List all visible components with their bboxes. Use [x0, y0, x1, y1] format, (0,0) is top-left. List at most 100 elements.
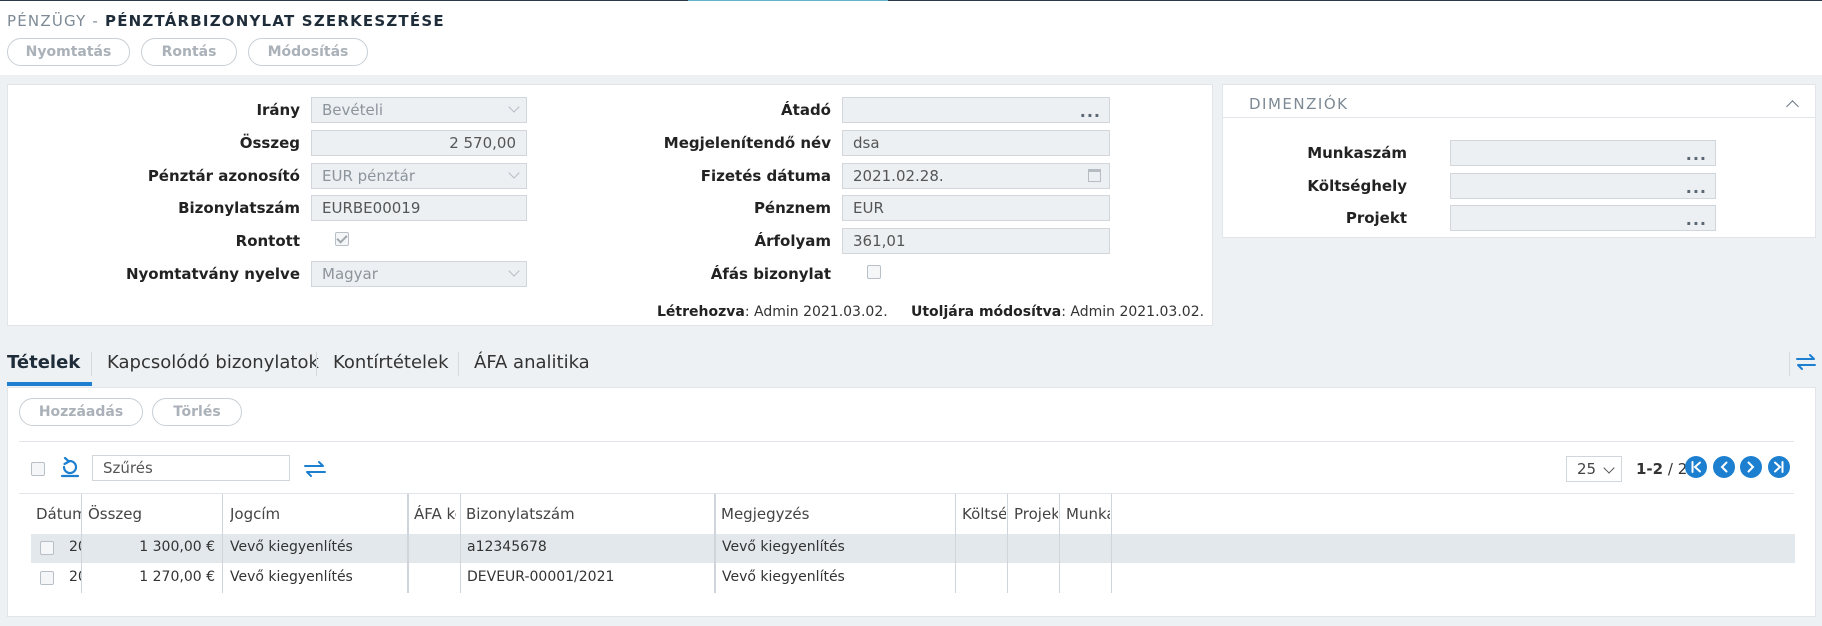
- delete-item-button[interactable]: Törlés: [152, 398, 242, 426]
- handover-field[interactable]: ...: [842, 97, 1110, 123]
- tab-separator: [458, 352, 459, 376]
- dimensions-title: DIMENZIÓK: [1249, 95, 1349, 113]
- cost-center-field[interactable]: ...: [1450, 173, 1716, 199]
- amount-field[interactable]: 2 570,00: [311, 130, 527, 156]
- tab-vat-analytics[interactable]: ÁFA analitika: [474, 352, 590, 373]
- column-header-cost-center[interactable]: Költséghely: [962, 505, 1006, 523]
- cell-title: Vevő kiegyenlítés: [230, 539, 353, 555]
- print-language-select[interactable]: Magyar: [311, 261, 527, 287]
- tab-separator: [1789, 352, 1790, 376]
- void-button[interactable]: Rontás: [141, 38, 237, 66]
- column-separator: [1059, 494, 1060, 593]
- direction-select[interactable]: Bevételi: [311, 97, 527, 123]
- handover-label: Átadó: [781, 101, 831, 119]
- column-header-job-number[interactable]: Munkaszám: [1066, 505, 1110, 523]
- display-name-field[interactable]: dsa: [842, 130, 1110, 156]
- ellipsis-icon[interactable]: ...: [1080, 104, 1101, 120]
- next-page-icon[interactable]: [1740, 456, 1762, 478]
- filter-placeholder: Szűrés: [103, 459, 153, 477]
- cell-note: Vevő kiegyenlítés: [722, 569, 845, 585]
- job-number-field[interactable]: ...: [1450, 140, 1716, 166]
- ellipsis-icon[interactable]: ...: [1686, 180, 1707, 196]
- voided-label: Rontott: [235, 232, 300, 250]
- job-number-label: Munkaszám: [1307, 144, 1407, 162]
- modified-value: : Admin 2021.03.02.: [1061, 304, 1205, 320]
- select-all-checkbox[interactable]: [31, 462, 45, 476]
- swap-icon[interactable]: [1795, 352, 1817, 376]
- vat-document-checkbox[interactable]: [867, 265, 881, 279]
- exchange-rate-field[interactable]: 361,01: [842, 228, 1110, 254]
- pagination-info: 1-2 / 2: [1636, 460, 1687, 478]
- row-checkbox[interactable]: [40, 571, 54, 585]
- cell-amount: 1 270,00 €: [139, 569, 215, 585]
- column-header-date[interactable]: Dátum: [36, 505, 81, 523]
- docnumber-field[interactable]: EURBE00019: [311, 195, 527, 221]
- currency-label: Pénznem: [753, 199, 831, 217]
- column-separator: [222, 494, 223, 593]
- tab-items[interactable]: Tételek: [7, 352, 80, 373]
- modified-info: Utoljára módosítva: Admin 2021.03.02.: [911, 304, 1204, 320]
- cashdesk-select[interactable]: EUR pénztár: [311, 163, 527, 189]
- grid-top-divider: [19, 493, 1794, 494]
- page-title: PÉNZÜGY - PÉNZTÁRBIZONYLAT SZERKESZTÉSE: [7, 12, 445, 30]
- tab-related-documents[interactable]: Kapcsolódó bizonylatok: [107, 352, 319, 373]
- refresh-icon[interactable]: [59, 456, 81, 482]
- print-language-label: Nyomtatvány nyelve: [125, 265, 300, 283]
- tab-postings[interactable]: Kontírtételek: [333, 352, 449, 373]
- modify-button[interactable]: Módosítás: [248, 38, 368, 66]
- last-page-icon[interactable]: [1768, 456, 1790, 478]
- column-header-note[interactable]: Megjegyzés: [721, 505, 951, 523]
- currency-value: EUR: [853, 199, 884, 217]
- column-separator: [81, 494, 82, 593]
- column-header-project[interactable]: Projekt: [1014, 505, 1058, 523]
- dimensions-divider: [1223, 117, 1815, 118]
- print-button[interactable]: Nyomtatás: [7, 38, 130, 66]
- column-separator: [955, 494, 956, 593]
- page-heading: PÉNZTÁRBIZONYLAT SZERKESZTÉSE: [105, 12, 445, 30]
- payment-date-value: 2021.02.28.: [853, 167, 944, 185]
- page-header: PÉNZÜGY - PÉNZTÁRBIZONYLAT SZERKESZTÉSE …: [0, 1, 1822, 75]
- column-header-doc-number[interactable]: Bizonylatszám: [466, 505, 706, 523]
- add-item-button[interactable]: Hozzáadás: [19, 398, 143, 426]
- chevron-down-icon: [508, 101, 520, 113]
- chevron-down-icon: [508, 265, 520, 277]
- column-separator: [1007, 494, 1008, 593]
- cost-center-label: Költséghely: [1307, 177, 1407, 195]
- column-header-amount[interactable]: Összeg: [88, 505, 218, 523]
- tab-separator: [316, 352, 317, 376]
- ellipsis-icon[interactable]: ...: [1686, 147, 1707, 163]
- page-range: 1-2: [1636, 460, 1664, 478]
- cell-doc-number: a12345678: [467, 539, 547, 555]
- project-field[interactable]: ...: [1450, 205, 1716, 231]
- filter-input[interactable]: Szűrés: [92, 455, 290, 481]
- first-page-icon[interactable]: [1685, 456, 1707, 478]
- column-header-title[interactable]: Jogcím: [230, 505, 400, 523]
- ellipsis-icon[interactable]: ...: [1686, 212, 1707, 228]
- page-size-select[interactable]: 25: [1566, 456, 1622, 482]
- display-name-value: dsa: [853, 134, 880, 152]
- row-checkbox[interactable]: [40, 541, 54, 555]
- cashdesk-label: Pénztár azonosító: [147, 167, 300, 185]
- payment-date-field[interactable]: 2021.02.28.: [842, 163, 1110, 189]
- column-header-vat-code[interactable]: ÁFA kód: [414, 505, 456, 523]
- direction-value: Bevételi: [322, 101, 384, 119]
- created-info: Létrehozva: Admin 2021.03.02.: [657, 304, 888, 320]
- toolbar-divider: [19, 441, 1794, 442]
- cell-amount: 1 300,00 €: [139, 539, 215, 555]
- swap-icon[interactable]: [303, 459, 327, 483]
- chevron-down-icon: [508, 167, 520, 179]
- amount-value: 2 570,00: [449, 134, 516, 152]
- created-value: : Admin 2021.03.02.: [744, 304, 888, 320]
- payment-date-label: Fizetés dátuma: [700, 167, 831, 185]
- currency-field[interactable]: EUR: [842, 195, 1110, 221]
- cell-note: Vevő kiegyenlítés: [722, 539, 845, 555]
- column-separator: [1111, 494, 1112, 593]
- column-separator: [460, 494, 461, 593]
- active-tab-indicator: [7, 382, 92, 386]
- calendar-icon[interactable]: [1088, 169, 1101, 182]
- page-size-value: 25: [1577, 460, 1597, 478]
- docnumber-value: EURBE00019: [322, 199, 421, 217]
- prev-page-icon[interactable]: [1713, 456, 1735, 478]
- breadcrumb[interactable]: PÉNZÜGY -: [7, 12, 99, 30]
- voided-checkbox[interactable]: [335, 232, 349, 246]
